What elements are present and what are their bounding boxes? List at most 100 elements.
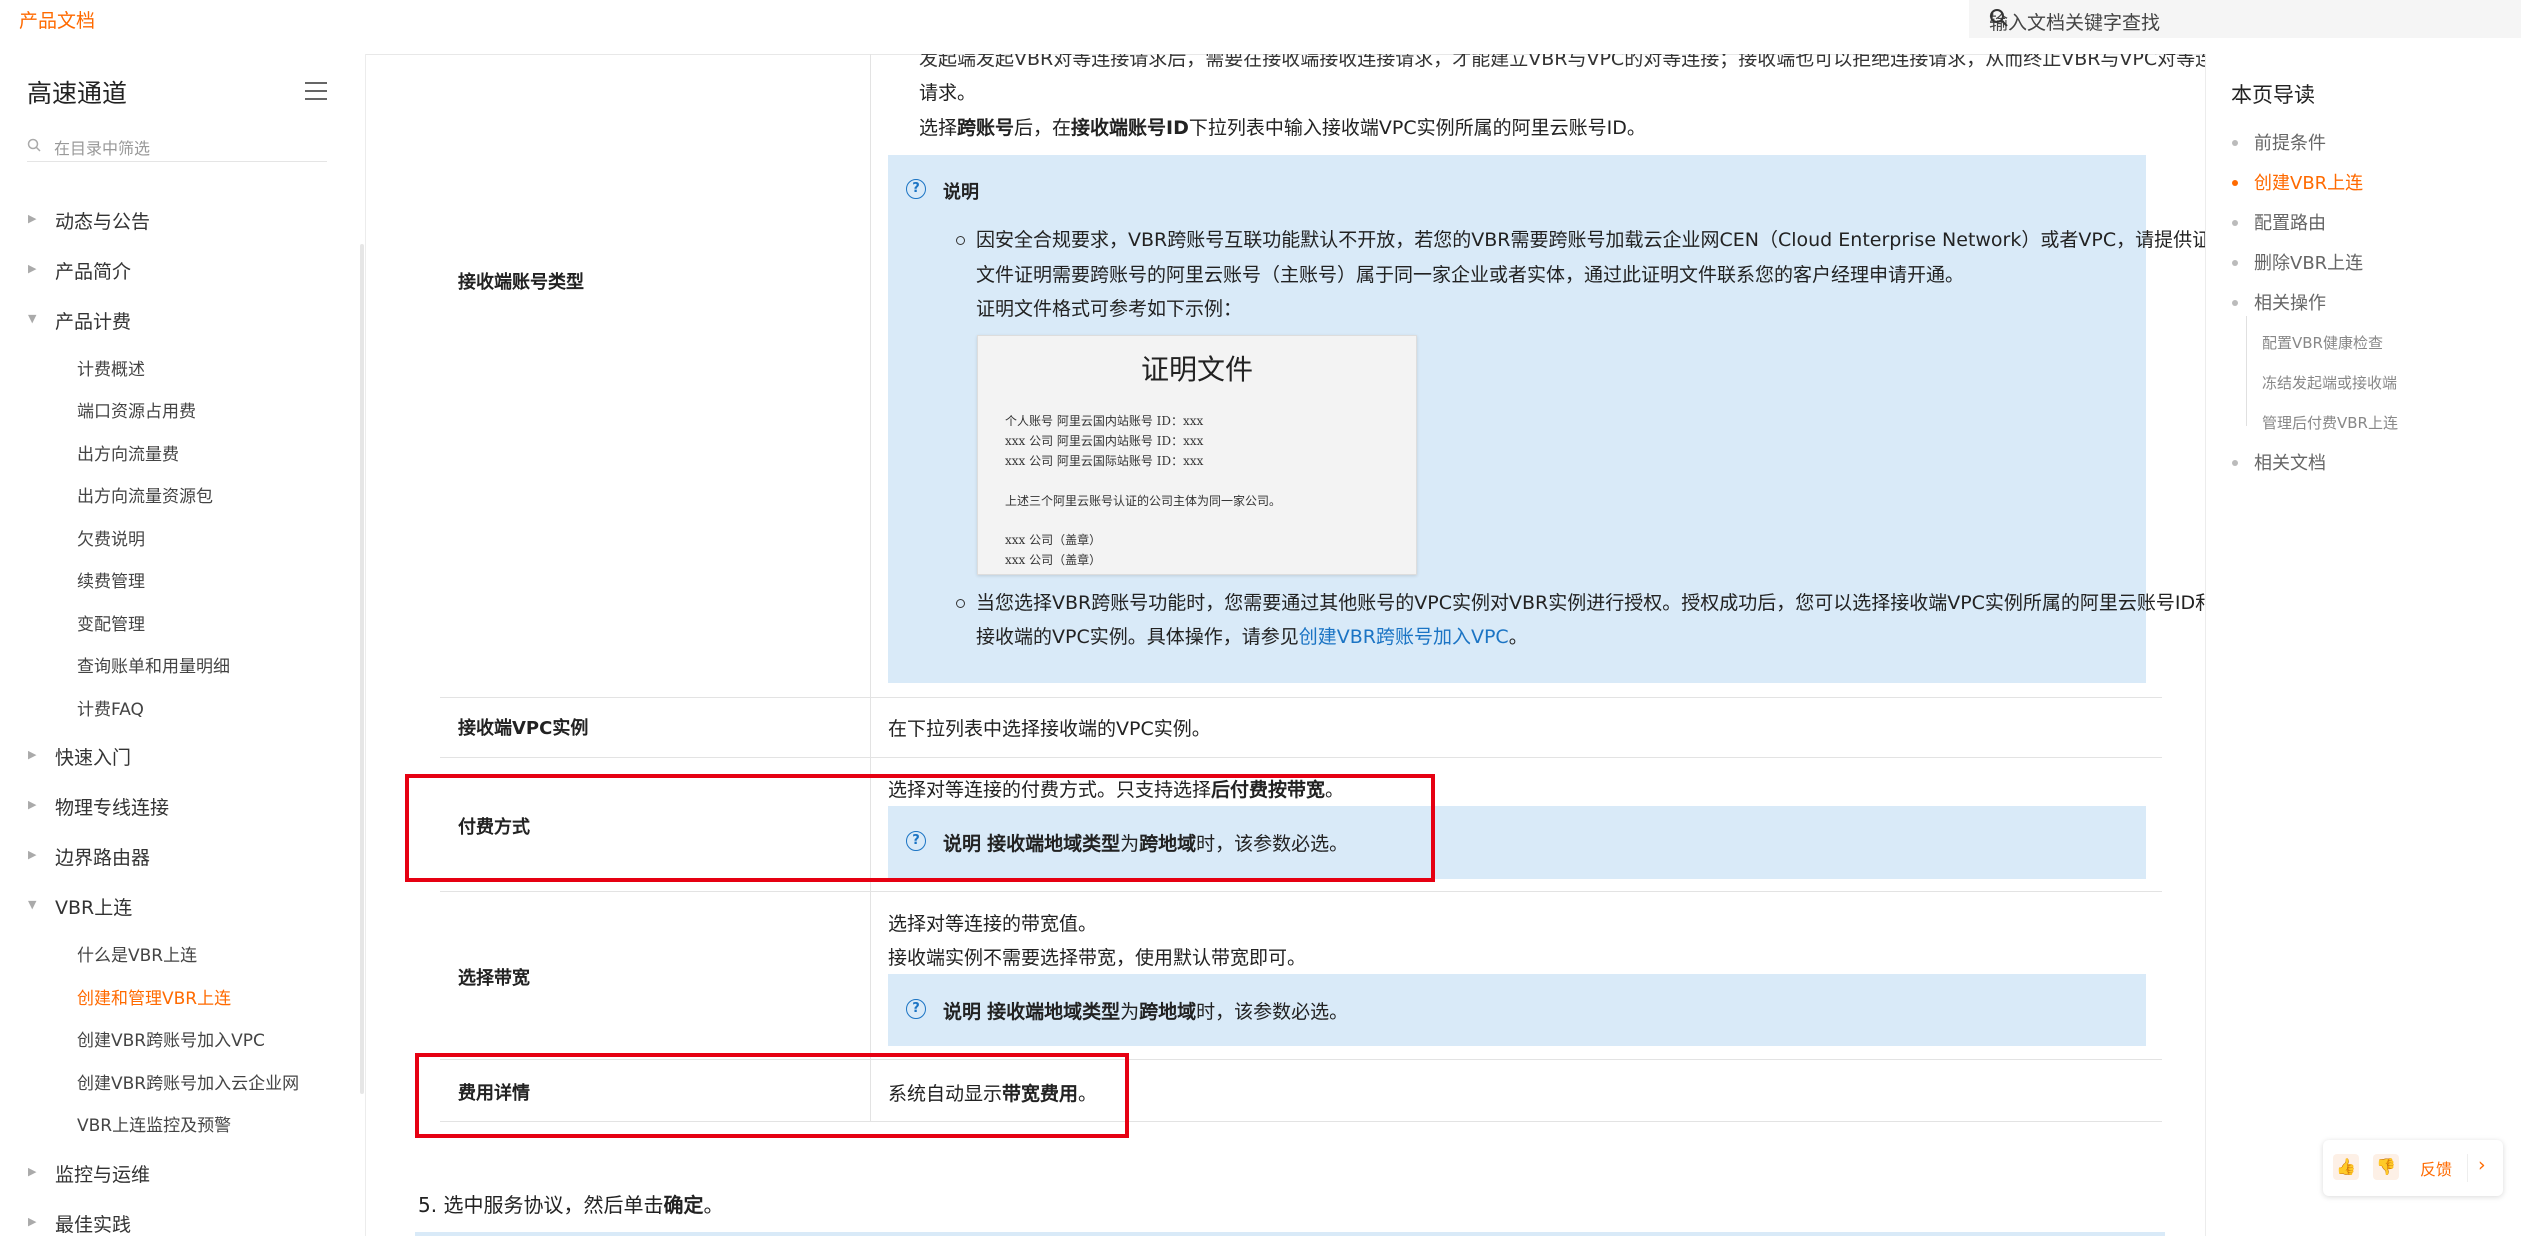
question-circle-icon: ? [906,179,926,199]
thumbs-up-icon[interactable]: 👍 [2333,1154,2359,1180]
certificate-line: 上述三个阿里云账号认证的公司主体为同一家公司。 [1005,494,1282,508]
row-text-receiver-vpc: 在下拉列表中选择接收端的VPC实例。 [888,718,1211,740]
sidebar: 高速通道 在目录中筛选 ▶ 动态与公告 ▶ 产品简介 ▼ 产品计费 计费概述 端口资源… [0,54,366,1236]
on-this-page: 本页导读 前提条件 创建VBR上连 配置路由 删除VBR上连 相关操作 配置VB… [2205,54,2521,1236]
toc-sub-freeze[interactable]: 冻结发起端或接收端 [2262,372,2397,393]
toc-sub-health-check[interactable]: 配置VBR健康检查 [2262,332,2383,353]
row-label-receiver-vpc: 接收端VPC实例 [458,718,589,739]
sidebar-item-physical[interactable]: ▶ 物理专线连接 [28,793,169,820]
step5-text: 5. 选中服务协议，然后单击确定。 [418,1193,724,1217]
note-title: 说明 [943,182,979,203]
menu-icon[interactable] [305,82,327,100]
highlight-box-cost [415,1053,1129,1138]
sidebar-item-bill-query[interactable]: 查询账单和用量明细 [77,652,230,677]
bullet1-line3: 证明文件格式可参考如下示例： [976,298,1243,320]
bullet2-line2: 接收端的VPC实例。具体操作，请参见创建VBR跨账号加入VPC。 [976,626,1528,648]
sidebar-item-vbr-monitor[interactable]: VBR上连监控及预警 [77,1111,231,1136]
certificate-line: 个人账号 阿里云国内站账号 ID：xxx [1005,414,1204,428]
create-vbr-cross-vpc-link[interactable]: 创建VBR跨账号加入VPC [1299,626,1509,648]
bullet1-line2: 文件证明需要跨账号的阿里云账号（主账号）属于同一家企业或者实体，通过此证明文件联… [976,264,1965,286]
caret-right-icon: ▶ [28,212,37,225]
caret-right-icon: ▶ [28,262,37,275]
feedback-separator [2467,1154,2468,1182]
top-text-line3: 选择跨账号后，在接收端账号ID下拉列表中输入接收端VPC实例所属的阿里云账号ID… [919,117,1646,139]
brand-link[interactable]: 产品文档 [19,6,95,33]
sidebar-item-port-fee[interactable]: 端口资源占用费 [77,397,196,422]
bullet [956,236,965,245]
row-text-bandwidth-2: 接收端实例不需要选择带宽，使用默认带宽即可。 [888,947,1307,969]
question-circle-icon: ? [906,999,926,1019]
toc-item-config-route[interactable]: 配置路由 [2254,209,2326,235]
chevron-right-icon[interactable]: › [2478,1154,2486,1176]
sidebar-item-quickstart[interactable]: ▶ 快速入门 [28,743,131,770]
toc-item-prerequisites[interactable]: 前提条件 [2254,129,2326,155]
sidebar-item-vbr-cross-vpc[interactable]: 创建VBR跨账号加入VPC [77,1026,265,1051]
bandwidth-note-text: 说明 接收端地域类型为跨地域时，该参数必选。 [943,1001,1349,1023]
sidebar-item-billing-faq[interactable]: 计费FAQ [77,695,144,720]
top-text-line2: 请求。 [919,82,977,104]
toc-item-related-docs[interactable]: 相关文档 [2254,449,2326,475]
row-label-bandwidth: 选择带宽 [458,968,530,989]
toc-bullet [2232,300,2238,306]
toc-bullet [2232,220,2238,226]
toc-item-create-vbr[interactable]: 创建VBR上连 [2254,169,2363,195]
sidebar-item-billing[interactable]: ▼ 产品计费 [28,307,131,334]
caret-right-icon: ▶ [28,748,37,761]
bullet1-line1: 因安全合规要求，VBR跨账号互联功能默认不开放，若您的VBR需要跨账号加载云企业… [976,229,2205,251]
row-divider [440,697,2162,698]
main-content: 发起端发起VBR对等连接请求后，需要在接收端接收连接请求，才能建立VBR与VPC… [365,54,2205,1236]
table-column-divider [870,54,871,1122]
caret-right-icon: ▶ [28,1165,37,1178]
bullet2-line1: 当您选择VBR跨账号功能时，您需要通过其他账号的VPC实例对VBR实例进行授权。… [976,592,2205,614]
feedback-button[interactable]: 反馈 [2420,1156,2452,1180]
sidebar-item-monitoring[interactable]: ▶ 监控与运维 [28,1160,150,1187]
sidebar-item-news[interactable]: ▶ 动态与公告 [28,207,150,234]
toc-item-delete-vbr[interactable]: 删除VBR上连 [2254,249,2363,275]
thumbs-down-icon[interactable]: 👎 [2373,1154,2399,1180]
sidebar-item-billing-overview[interactable]: 计费概述 [77,355,145,380]
toc-bullet [2232,460,2238,466]
toc-sub-postpaid[interactable]: 管理后付费VBR上连 [2262,412,2398,433]
certificate-line: xxx 公司 阿里云国内站账号 ID：xxx [1005,434,1204,448]
search-icon[interactable] [1989,8,2491,33]
row-divider [440,757,2162,758]
row-text-bandwidth-1: 选择对等连接的带宽值。 [888,913,1098,935]
sidebar-filter-placeholder: 在目录中筛选 [54,139,151,158]
sidebar-scrollbar[interactable] [360,244,364,1094]
filter-search-icon [27,137,41,156]
toc-title: 本页导读 [2231,83,2315,107]
toc-bullet [2232,180,2238,186]
sidebar-item-create-vbr[interactable]: 创建和管理VBR上连 [77,984,231,1009]
next-note-box-edge [415,1232,2165,1236]
certificate-sample-image: 证明文件 个人账号 阿里云国内站账号 ID：xxx xxx 公司 阿里云国内站账… [977,335,1417,575]
sidebar-item-intro[interactable]: ▶ 产品简介 [28,257,131,284]
row-label-receiver-account-type: 接收端账号类型 [458,272,584,293]
top-header: 产品文档 输入文档关键字查找 [0,0,2521,55]
certificate-line: xxx 公司（盖章） [1005,533,1102,547]
feedback-widget: 👍 👎 反馈 › [2323,1140,2503,1196]
sidebar-filter-input[interactable]: 在目录中筛选 [27,131,327,162]
caret-right-icon: ▶ [28,798,37,811]
sidebar-item-overdue[interactable]: 欠费说明 [77,525,145,550]
sidebar-item-vbr-uplink[interactable]: ▼ VBR上连 [28,893,132,920]
sidebar-item-outbound-fee[interactable]: 出方向流量费 [77,440,179,465]
sidebar-item-what-is-vbr[interactable]: 什么是VBR上连 [77,941,197,966]
sidebar-item-vbr[interactable]: ▶ 边界路由器 [28,843,150,870]
certificate-line: xxx 公司 阿里云国际站账号 ID：xxx [1005,454,1204,468]
caret-right-icon: ▶ [28,848,37,861]
toc-bullet [2232,260,2238,266]
row-divider [440,891,2162,892]
sidebar-item-best-practice[interactable]: ▶ 最佳实践 [28,1210,131,1237]
toc-sub-indicator [2246,316,2247,426]
sidebar-title: 高速通道 [27,79,128,108]
caret-down-icon: ▼ [28,312,37,325]
toc-bullet [2232,140,2238,146]
search-box[interactable]: 输入文档关键字查找 [1969,0,2521,38]
caret-right-icon: ▶ [28,1215,37,1228]
sidebar-item-renewal[interactable]: 续费管理 [77,567,145,592]
sidebar-item-vbr-cross-cen[interactable]: 创建VBR跨账号加入云企业网 [77,1069,299,1094]
sidebar-item-outbound-pack[interactable]: 出方向流量资源包 [77,482,213,507]
toc-item-related-ops[interactable]: 相关操作 [2254,289,2326,315]
sidebar-item-change[interactable]: 变配管理 [77,610,145,635]
certificate-title: 证明文件 [1140,353,1253,386]
